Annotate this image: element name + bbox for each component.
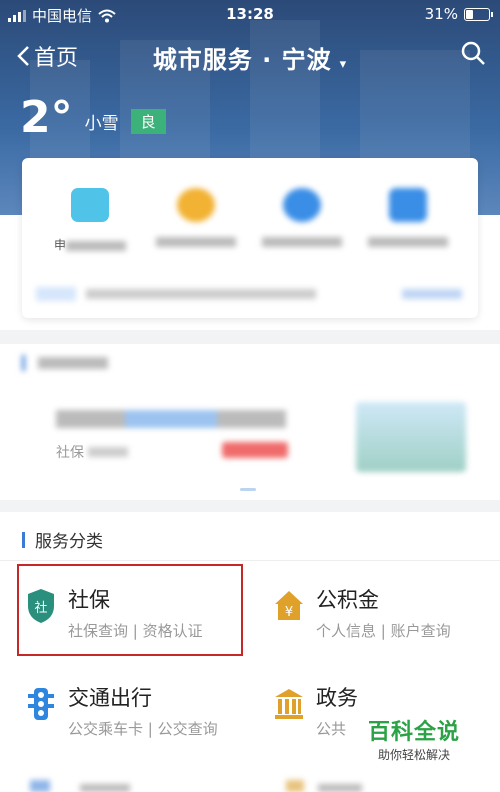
section-header: 服务分类 xyxy=(22,527,103,552)
quick-service-tile[interactable] xyxy=(358,188,458,250)
section-divider xyxy=(0,330,500,344)
chevron-down-icon: ▾ xyxy=(339,57,348,72)
blurred-banner[interactable]: 社保 xyxy=(0,388,500,498)
traffic-light-icon xyxy=(28,688,54,720)
notice-strip[interactable] xyxy=(36,284,462,304)
category-subtitle: 个人信息 | 账户查询 xyxy=(316,622,451,640)
status-bar: 中国电信 13:28 31% xyxy=(0,0,500,30)
quick-services-card: 申 xyxy=(22,158,478,318)
battery-icon xyxy=(464,7,493,21)
svg-text:¥: ¥ xyxy=(285,605,293,620)
category-name: 政务 xyxy=(316,686,358,710)
highlight-box xyxy=(17,564,243,656)
weather-widget: 2° 小雪 良 xyxy=(20,92,166,143)
weather-condition: 小雪 xyxy=(84,114,119,134)
section-divider xyxy=(0,500,500,512)
blurred-section-title xyxy=(22,352,122,372)
quick-service-tile[interactable] xyxy=(146,188,246,250)
quick-service-tile[interactable] xyxy=(252,188,352,250)
card-icon xyxy=(71,188,109,222)
carousel-indicator xyxy=(240,488,256,491)
search-icon xyxy=(461,41,485,65)
temperature: 2° xyxy=(20,92,73,143)
service-icon xyxy=(283,188,321,222)
category-transport[interactable]: 交通出行 公交乘车卡 | 公交查询 xyxy=(18,664,248,754)
category-subtitle: 公共 xyxy=(316,720,347,738)
category-housing-fund[interactable]: ¥ 公积金 个人信息 | 账户查询 xyxy=(266,566,496,656)
divider xyxy=(0,560,500,561)
government-building-icon xyxy=(275,689,303,719)
battery-percent: 31% xyxy=(424,5,458,23)
home-icon xyxy=(177,188,215,222)
watermark-title: 百科全说 xyxy=(367,720,460,745)
watermark-subtitle: 助你轻松解决 xyxy=(377,748,450,762)
banner-illustration xyxy=(356,402,466,472)
section-title: 服务分类 xyxy=(35,532,103,552)
flag-icon xyxy=(389,188,427,222)
page-title: 城市服务 · 宁波 xyxy=(152,46,332,74)
air-quality-badge: 良 xyxy=(130,109,166,134)
category-subtitle: 公交乘车卡 | 公交查询 xyxy=(68,720,218,738)
nav-bar: 首页 城市服务 · 宁波 ▾ xyxy=(0,36,500,76)
category-name: 公积金 xyxy=(316,588,379,612)
category-name: 交通出行 xyxy=(68,686,152,710)
next-row-partial xyxy=(0,766,500,792)
watermark: 百科全说 助你轻松解决 xyxy=(368,714,460,763)
city-selector[interactable]: 城市服务 · 宁波 ▾ xyxy=(0,40,500,75)
quick-service-tile[interactable]: 申 xyxy=(40,188,140,253)
quick-service-label: 申 xyxy=(53,238,66,252)
house-yen-icon: ¥ xyxy=(275,591,303,620)
search-button[interactable] xyxy=(460,40,486,70)
banner-subtext: 社保 xyxy=(56,442,128,462)
